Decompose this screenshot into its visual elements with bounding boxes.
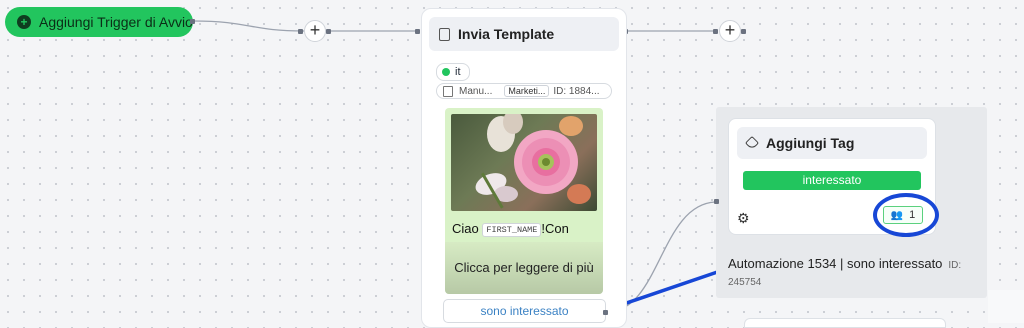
document-icon [443, 85, 453, 97]
template-name: Manu... [459, 85, 493, 97]
preview-image [451, 114, 597, 211]
gear-icon[interactable]: ⚙ [737, 210, 750, 227]
preview-body: Ciao FIRST_NAME !Con [452, 221, 569, 237]
canvas-corner [988, 290, 1024, 323]
output-port[interactable] [741, 29, 746, 34]
node-header[interactable]: Aggiungi Tag [737, 127, 927, 159]
language-badge: it [436, 63, 470, 81]
node-title: Aggiungi Tag [766, 135, 855, 151]
status-dot-icon [442, 68, 450, 76]
automation-title: Automazione 1534 | sono interessato ID: [728, 256, 962, 271]
add-start-trigger-button[interactable]: + Aggiungi Trigger di Avvio [5, 7, 193, 37]
automation-id: 245754 [728, 277, 762, 288]
node-header[interactable]: Invia Template [429, 17, 619, 51]
send-template-node[interactable]: Invia Template it Manu... Marketi... ID:… [421, 8, 627, 328]
input-port[interactable] [298, 29, 303, 34]
input-port[interactable] [714, 199, 719, 204]
input-port[interactable] [415, 29, 420, 34]
quick-reply-button[interactable]: sono interessato [443, 299, 606, 323]
flower-image [475, 114, 591, 209]
input-port[interactable] [713, 29, 718, 34]
node-title: Invia Template [458, 26, 555, 42]
category-badge: Marketi... [504, 85, 550, 97]
template-icon [439, 27, 450, 41]
tag-icon [744, 135, 760, 151]
message-preview: Ciao FIRST_NAME !Con Clicca per leggere d… [445, 108, 603, 294]
output-port[interactable] [326, 29, 331, 34]
add-node-button[interactable]: + [719, 20, 741, 42]
tag-pill: interessato [743, 171, 921, 190]
output-port[interactable] [190, 19, 195, 24]
template-meta: Manu... Marketi... ID: 1884... [436, 83, 612, 99]
annotation-circle [873, 193, 939, 237]
plus-circle-icon: + [17, 15, 31, 29]
trigger-label: Aggiungi Trigger di Avvio [39, 14, 193, 30]
language-label: it [455, 66, 461, 78]
add-node-button[interactable]: + [304, 20, 326, 42]
next-node-stub [744, 318, 946, 328]
preview-cta-button: Clicca per leggere di più [445, 242, 603, 294]
variable-chip: FIRST_NAME [482, 223, 542, 237]
template-id: ID: 1884... [553, 85, 600, 97]
reply-output-port[interactable] [603, 310, 608, 315]
